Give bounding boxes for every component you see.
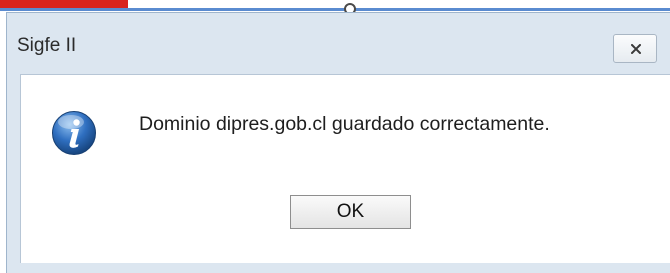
message-dialog: Sigfe II Dominio dipres.gob.cl guardado … (6, 12, 670, 273)
screen: Sigfe II Dominio dipres.gob.cl guardado … (0, 0, 670, 273)
info-icon (52, 111, 96, 155)
dialog-title: Sigfe II (17, 35, 77, 56)
selection-border-line (0, 8, 670, 11)
close-button[interactable] (613, 34, 657, 63)
ok-button[interactable]: OK (290, 195, 411, 229)
dialog-bottom-band (7, 263, 670, 273)
dialog-message: Dominio dipres.gob.cl guardado correctam… (139, 113, 550, 135)
close-icon (631, 44, 641, 54)
dialog-titlebar[interactable]: Sigfe II (7, 13, 670, 73)
dialog-body: Dominio dipres.gob.cl guardado correctam… (20, 74, 670, 264)
